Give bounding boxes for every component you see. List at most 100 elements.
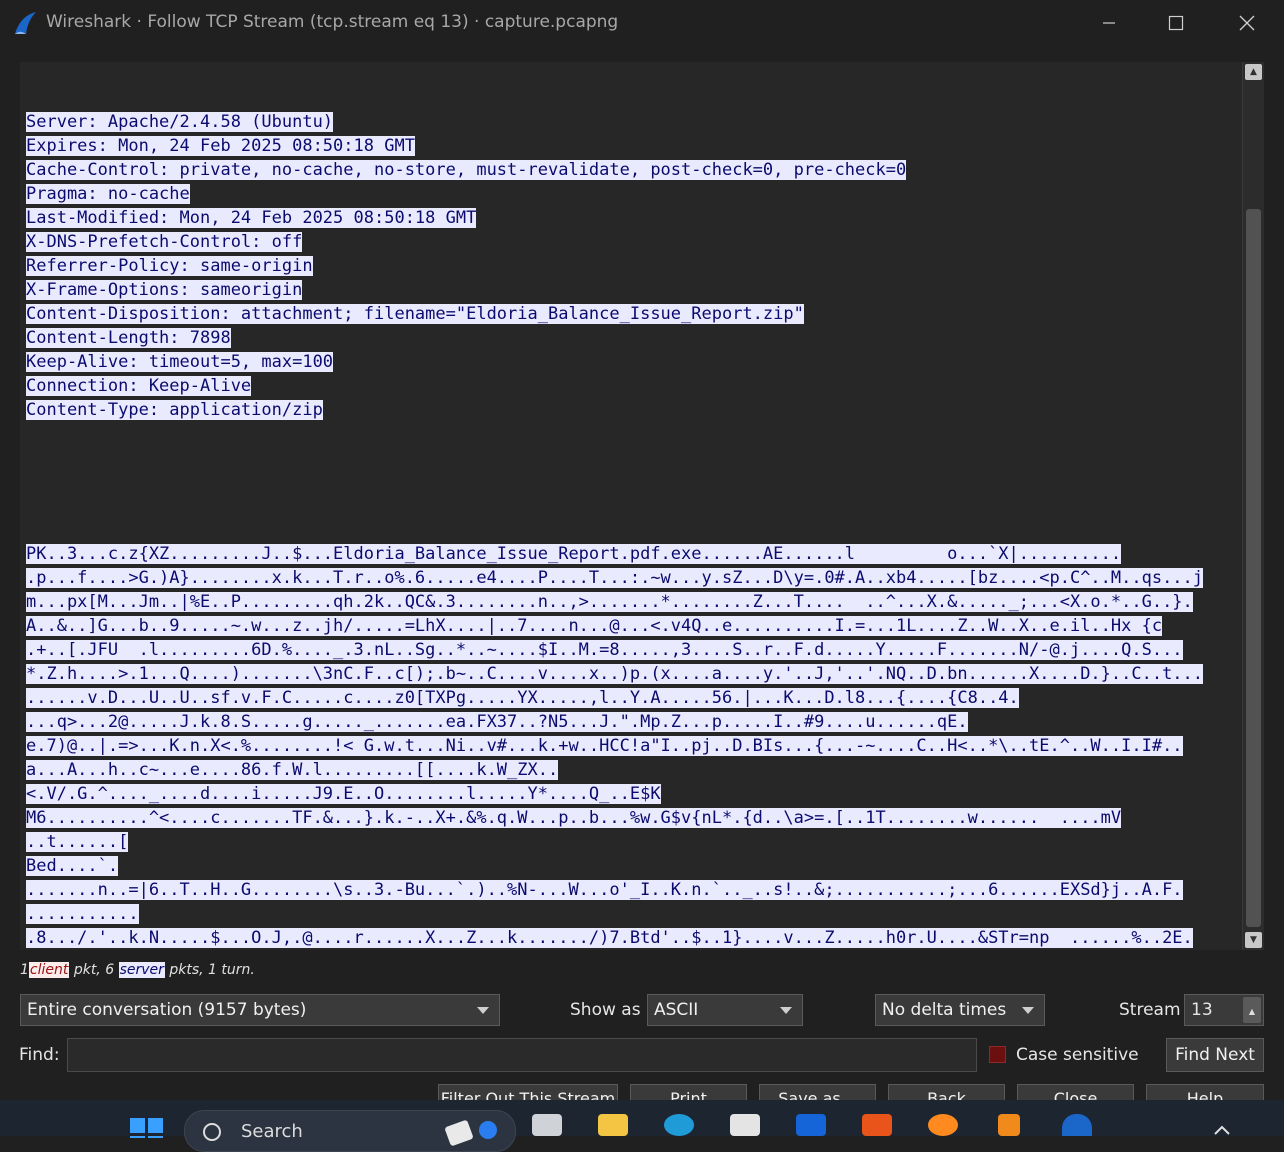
header-line-text: Content-Length: 7898	[26, 328, 231, 348]
header-line-text: X-DNS-Prefetch-Control: off	[26, 232, 303, 252]
header-line: Server: Apache/2.4.58 (Ubuntu)	[26, 110, 1203, 134]
show-as-value: ASCII	[654, 1000, 699, 1020]
stats-middle: pkt, 6	[69, 962, 119, 978]
payload-line: ..t......[	[26, 830, 1203, 854]
close-button[interactable]	[1224, 4, 1270, 42]
payload-line-text: PK..3...c.z{XZ.........J..$...Eldoria_Ba…	[26, 544, 1122, 564]
conversation-select[interactable]: Entire conversation (9157 bytes)	[20, 994, 500, 1026]
payload-line-text: ...q>...2@.....J.k.8.S.....g....._......…	[26, 712, 968, 732]
header-line-text: Connection: Keep-Alive	[26, 376, 252, 396]
taskbar-search-box[interactable]: Search	[184, 1110, 516, 1152]
payload-line-text: .+..[.JFU .l.........6D.%...._.3.nL..Sg.…	[26, 640, 1183, 660]
app-blue-icon[interactable]	[796, 1114, 826, 1136]
file-explorer-icon[interactable]	[598, 1114, 628, 1136]
payload-line-text: <.V/.G.^...._....d....i.....J9.E..O.....…	[26, 784, 661, 804]
payload-line: .+..[.JFU .l.........6D.%...._.3.nL..Sg.…	[26, 638, 1203, 662]
maximize-button[interactable]	[1153, 4, 1199, 42]
search-icon	[203, 1123, 221, 1141]
payload-line-text: .p...f....>G.)A}........x.k...T.r..o%.6.…	[26, 568, 1204, 588]
header-line-text: Content-Type: application/zip	[26, 400, 323, 420]
header-line: Content-Type: application/zip	[26, 398, 1203, 422]
title-bar: Wireshark · Follow TCP Stream (tcp.strea…	[0, 0, 1284, 46]
payload-line-text: .......n..=|6..T..H..G........\s..3.-Bu.…	[26, 880, 1183, 900]
task-view-icon[interactable]	[532, 1114, 562, 1136]
conversation-value: Entire conversation (9157 bytes)	[27, 1000, 307, 1020]
window-title: Wireshark · Follow TCP Stream (tcp.strea…	[46, 12, 619, 32]
delta-times-select[interactable]: No delta times	[875, 994, 1045, 1026]
header-line-text: Referrer-Policy: same-origin	[26, 256, 313, 276]
find-next-button[interactable]: Find Next	[1166, 1038, 1264, 1072]
spin-arrows-icon[interactable]: ▲▼	[1243, 997, 1261, 1046]
edge-browser-icon[interactable]	[664, 1114, 694, 1136]
payload-line: *.Z.h....>.1...Q....).......\3nC.F..c[);…	[26, 662, 1204, 686]
header-line-text: Keep-Alive: timeout=5, max=100	[26, 352, 334, 372]
close-icon	[1239, 15, 1255, 31]
microsoft-store-icon[interactable]	[730, 1114, 760, 1136]
header-line-text: X-Frame-Options: sameorigin	[26, 280, 303, 300]
firefox-icon[interactable]	[928, 1114, 958, 1136]
payload-line: ......v.D...U..U..sf.v.F.C.....c....z0[T…	[26, 686, 1203, 710]
ubuntu-app-icon[interactable]	[862, 1114, 892, 1136]
chevron-down-icon	[780, 1007, 792, 1014]
stream-number-value: 13	[1191, 1000, 1213, 1020]
payload-line-text: ...........	[26, 904, 139, 924]
client-tag: client	[28, 962, 70, 978]
vertical-scrollbar[interactable]: ▲ ▼	[1242, 62, 1264, 950]
find-input[interactable]	[67, 1038, 977, 1072]
case-sensitive-checkbox[interactable]	[989, 1046, 1006, 1063]
chevron-down-icon	[1022, 1007, 1034, 1014]
header-line-text: Content-Disposition: attachment; filenam…	[26, 304, 804, 324]
case-sensitive-label: Case sensitive	[1016, 1045, 1139, 1065]
payload-line-text: a...A...h..c~...e....86.f.W.l.........[[…	[26, 760, 559, 780]
minimize-button[interactable]	[1086, 4, 1132, 42]
header-line: Cache-Control: private, no-cache, no-sto…	[26, 158, 1203, 182]
header-line: X-DNS-Prefetch-Control: off	[26, 230, 1203, 254]
payload-line: e.7)@..|.=>...K.n.X<.%........!< G.w.t..…	[26, 734, 1203, 758]
windows-start-icon[interactable]	[130, 1116, 164, 1138]
stream-content-pane[interactable]: Server: Apache/2.4.58 (Ubuntu) Expires: M…	[20, 62, 1242, 950]
payload-line: .8.../.'..k.N.....$...O.J,.@....r......X…	[26, 926, 1203, 950]
minimize-icon	[1103, 22, 1115, 24]
header-line-text: Cache-Control: private, no-cache, no-sto…	[26, 160, 907, 180]
taskbar-search-text: Search	[241, 1121, 303, 1142]
header-line: Connection: Keep-Alive	[26, 374, 1203, 398]
payload-line: .p...f....>G.)A}........x.k...T.r..o%.6.…	[26, 566, 1204, 590]
payload-line: PK..3...c.z{XZ.........J..$...Eldoria_Ba…	[26, 542, 1203, 566]
maximize-icon	[1168, 15, 1184, 31]
payload-line: A..&..]G...b..9.....~.w...z..jh/.....=Lh…	[26, 614, 1203, 638]
header-line-text: Server: Apache/2.4.58 (Ubuntu)	[26, 112, 334, 132]
wireshark-taskbar-icon[interactable]	[1062, 1114, 1092, 1136]
payload-line-text: ......v.D...U..U..sf.v.F.C.....c....z0[T…	[26, 688, 1019, 708]
payload-line-text: M6..........^<....c.......TF.&...}.k.-..…	[26, 808, 1122, 828]
payload-line: M6..........^<....c.......TF.&...}.k.-..…	[26, 806, 1203, 830]
payload-line: <.V/.G.^...._....d....i.....J9.E..O.....…	[26, 782, 1203, 806]
payload-line-text: A..&..]G...b..9.....~.w...z..jh/.....=Lh…	[26, 616, 1163, 636]
payload-line-text: Bed....`.	[26, 856, 119, 876]
zip-payload-block: PK..3...c.z{XZ.........J..$...Eldoria_Ba…	[26, 542, 1204, 950]
header-line: Content-Length: 7898	[26, 326, 1203, 350]
payload-line-text: ..t......[	[26, 832, 129, 852]
client-packet-count: 1	[20, 962, 29, 978]
taskbar: Search	[0, 1100, 1284, 1152]
header-line: Pragma: no-cache	[26, 182, 1203, 206]
show-as-select[interactable]: ASCII	[647, 994, 803, 1026]
payload-line-text: .8.../.'..k.N.....$...O.J,.@....r......X…	[26, 928, 1193, 948]
scroll-down-arrow-icon[interactable]: ▼	[1245, 932, 1262, 948]
payload-line-text: m...px[M...Jm..|%E..P.........qh.2k..QC&…	[26, 592, 1193, 612]
header-line: Last-Modified: Mon, 24 Feb 2025 08:50:18…	[26, 206, 1203, 230]
header-line: Referrer-Policy: same-origin	[26, 254, 1203, 278]
chevron-up-icon[interactable]	[1212, 1124, 1232, 1136]
stats-suffix: pkts, 1 turn.	[164, 962, 255, 978]
chevron-down-icon	[477, 1007, 489, 1014]
vlc-icon[interactable]	[998, 1114, 1020, 1136]
header-line: Keep-Alive: timeout=5, max=100	[26, 350, 1203, 374]
server-tag: server	[118, 962, 165, 978]
payload-line: Bed....`.	[26, 854, 1203, 878]
payload-line-text: e.7)@..|.=>...K.n.X<.%........!< G.w.t..…	[26, 736, 1183, 756]
payload-line: a...A...h..c~...e....86.f.W.l.........[[…	[26, 758, 1203, 782]
scroll-up-arrow-icon[interactable]: ▲	[1245, 64, 1262, 80]
scrollbar-thumb[interactable]	[1246, 209, 1261, 927]
delta-times-value: No delta times	[882, 1000, 1007, 1020]
stream-number-spinbox[interactable]: 13 ▲▼	[1184, 994, 1264, 1046]
show-as-label: Show as	[570, 1000, 641, 1020]
